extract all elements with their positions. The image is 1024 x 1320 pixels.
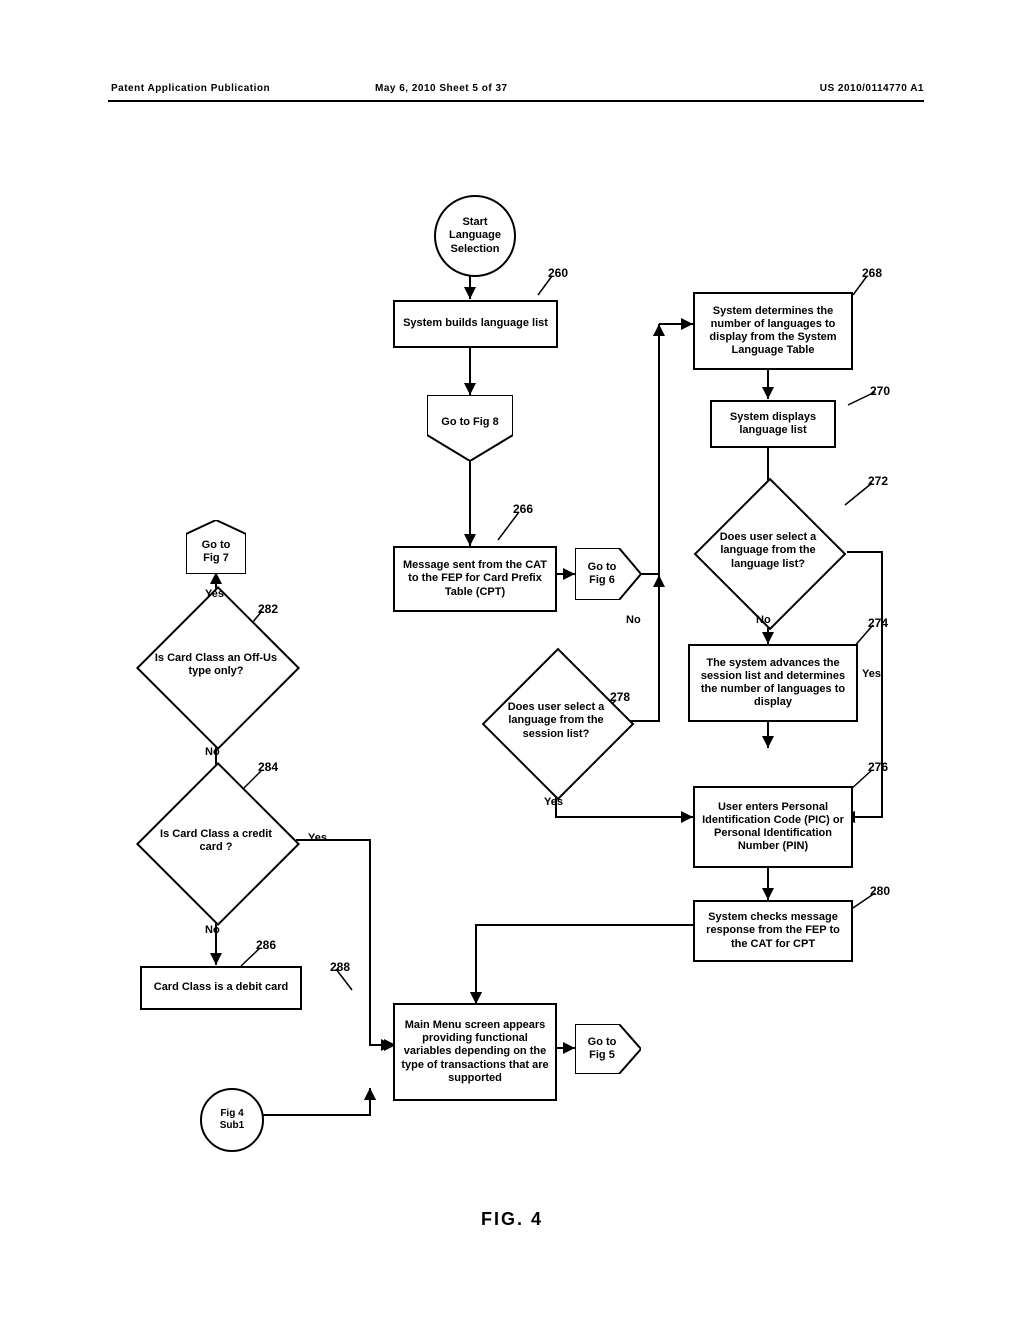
num-272: 272 bbox=[868, 474, 888, 488]
edge-284-yes: Yes bbox=[308, 832, 327, 844]
node-276: User enters Personal Identification Code… bbox=[693, 786, 853, 868]
node-284-label: Is Card Class a credit card ? bbox=[148, 817, 284, 865]
num-278: 278 bbox=[610, 690, 630, 704]
node-288-label: Main Menu screen appears providing funct… bbox=[398, 1019, 552, 1085]
num-288: 288 bbox=[330, 960, 350, 974]
edge-278-no: No bbox=[626, 614, 641, 626]
edge-278-yes: Yes bbox=[544, 796, 563, 808]
num-266: 266 bbox=[513, 502, 533, 516]
num-286: 286 bbox=[256, 938, 276, 952]
node-272-label: Does user select a language from the lan… bbox=[700, 524, 836, 578]
num-280: 280 bbox=[870, 884, 890, 898]
node-280-label: System checks message response from the … bbox=[698, 911, 848, 951]
num-274: 274 bbox=[868, 616, 888, 630]
node-280: System checks message response from the … bbox=[693, 900, 853, 962]
goto-fig6-label: Go to Fig 6 bbox=[577, 548, 627, 600]
node-286-label: Card Class is a debit card bbox=[154, 981, 289, 994]
num-284: 284 bbox=[258, 760, 278, 774]
node-260: System builds language list bbox=[393, 300, 558, 348]
num-270: 270 bbox=[870, 384, 890, 398]
num-276: 276 bbox=[868, 760, 888, 774]
goto-fig5-label: Go to Fig 5 bbox=[577, 1024, 627, 1074]
node-268-label: System determines the number of language… bbox=[698, 305, 848, 358]
edge-284-no: No bbox=[205, 924, 220, 936]
num-282: 282 bbox=[258, 602, 278, 616]
node-278-label: Does user select a language from the ses… bbox=[488, 694, 624, 748]
node-282-label: Is Card Class an Off-Us type only? bbox=[145, 638, 287, 692]
node-266: Message sent from the CAT to the FEP for… bbox=[393, 546, 557, 612]
num-260: 260 bbox=[548, 266, 568, 280]
edge-282-yes: Yes bbox=[205, 588, 224, 600]
node-270: System displays language list bbox=[710, 400, 836, 448]
goto-fig8-label: Go to Fig 8 bbox=[427, 406, 513, 440]
edge-282-no: No bbox=[205, 746, 220, 758]
edge-272-no: No bbox=[756, 614, 771, 626]
node-274-label: The system advances the session list and… bbox=[693, 657, 853, 710]
start-node: Start Language Selection bbox=[434, 195, 516, 277]
node-270-label: System displays language list bbox=[715, 411, 831, 437]
num-268: 268 bbox=[862, 266, 882, 280]
node-276-label: User enters Personal Identification Code… bbox=[698, 801, 848, 854]
fig4-sub1-label: Fig 4 Sub1 bbox=[220, 1108, 244, 1132]
node-268: System determines the number of language… bbox=[693, 292, 853, 370]
node-286: Card Class is a debit card bbox=[140, 966, 302, 1010]
fig4-sub1: Fig 4 Sub1 bbox=[200, 1088, 264, 1152]
goto-fig7-label: Go to Fig 7 bbox=[186, 534, 246, 570]
start-label: Start Language Selection bbox=[449, 216, 501, 256]
node-260-label: System builds language list bbox=[403, 317, 548, 330]
figure-caption: FIG. 4 bbox=[0, 1209, 1024, 1230]
node-288: Main Menu screen appears providing funct… bbox=[393, 1003, 557, 1101]
node-274: The system advances the session list and… bbox=[688, 644, 858, 722]
node-266-label: Message sent from the CAT to the FEP for… bbox=[398, 559, 552, 599]
edge-272-yes: Yes bbox=[862, 668, 881, 680]
